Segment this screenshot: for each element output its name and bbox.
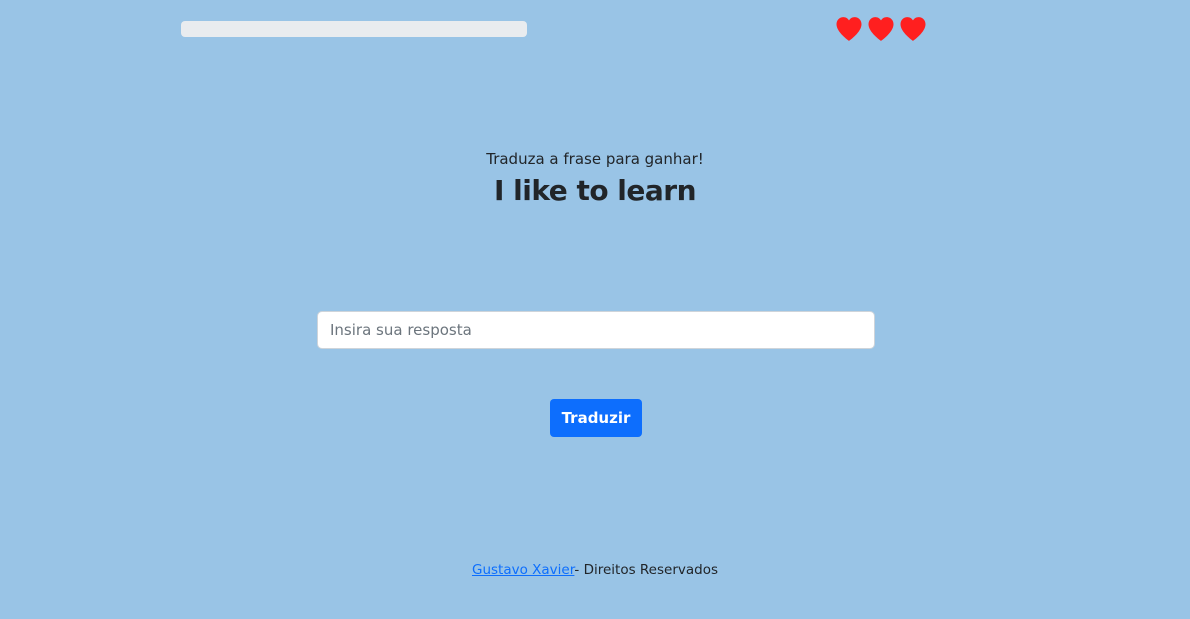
instruction-text: Traduza a frase para ganhar! <box>486 150 704 168</box>
footer: Gustavo Xavier- Direitos Reservados <box>0 562 1190 578</box>
lives-indicator <box>834 14 928 44</box>
heart-icon <box>868 17 894 41</box>
answer-input[interactable] <box>317 311 875 349</box>
heart-icon <box>836 17 862 41</box>
rights-text: - Direitos Reservados <box>574 562 718 578</box>
heart-icon <box>900 17 926 41</box>
phrase-to-translate: I like to learn <box>493 174 697 207</box>
translate-button[interactable]: Traduzir <box>550 399 642 437</box>
progress-bar <box>181 21 527 37</box>
author-link[interactable]: Gustavo Xavier <box>472 562 574 578</box>
